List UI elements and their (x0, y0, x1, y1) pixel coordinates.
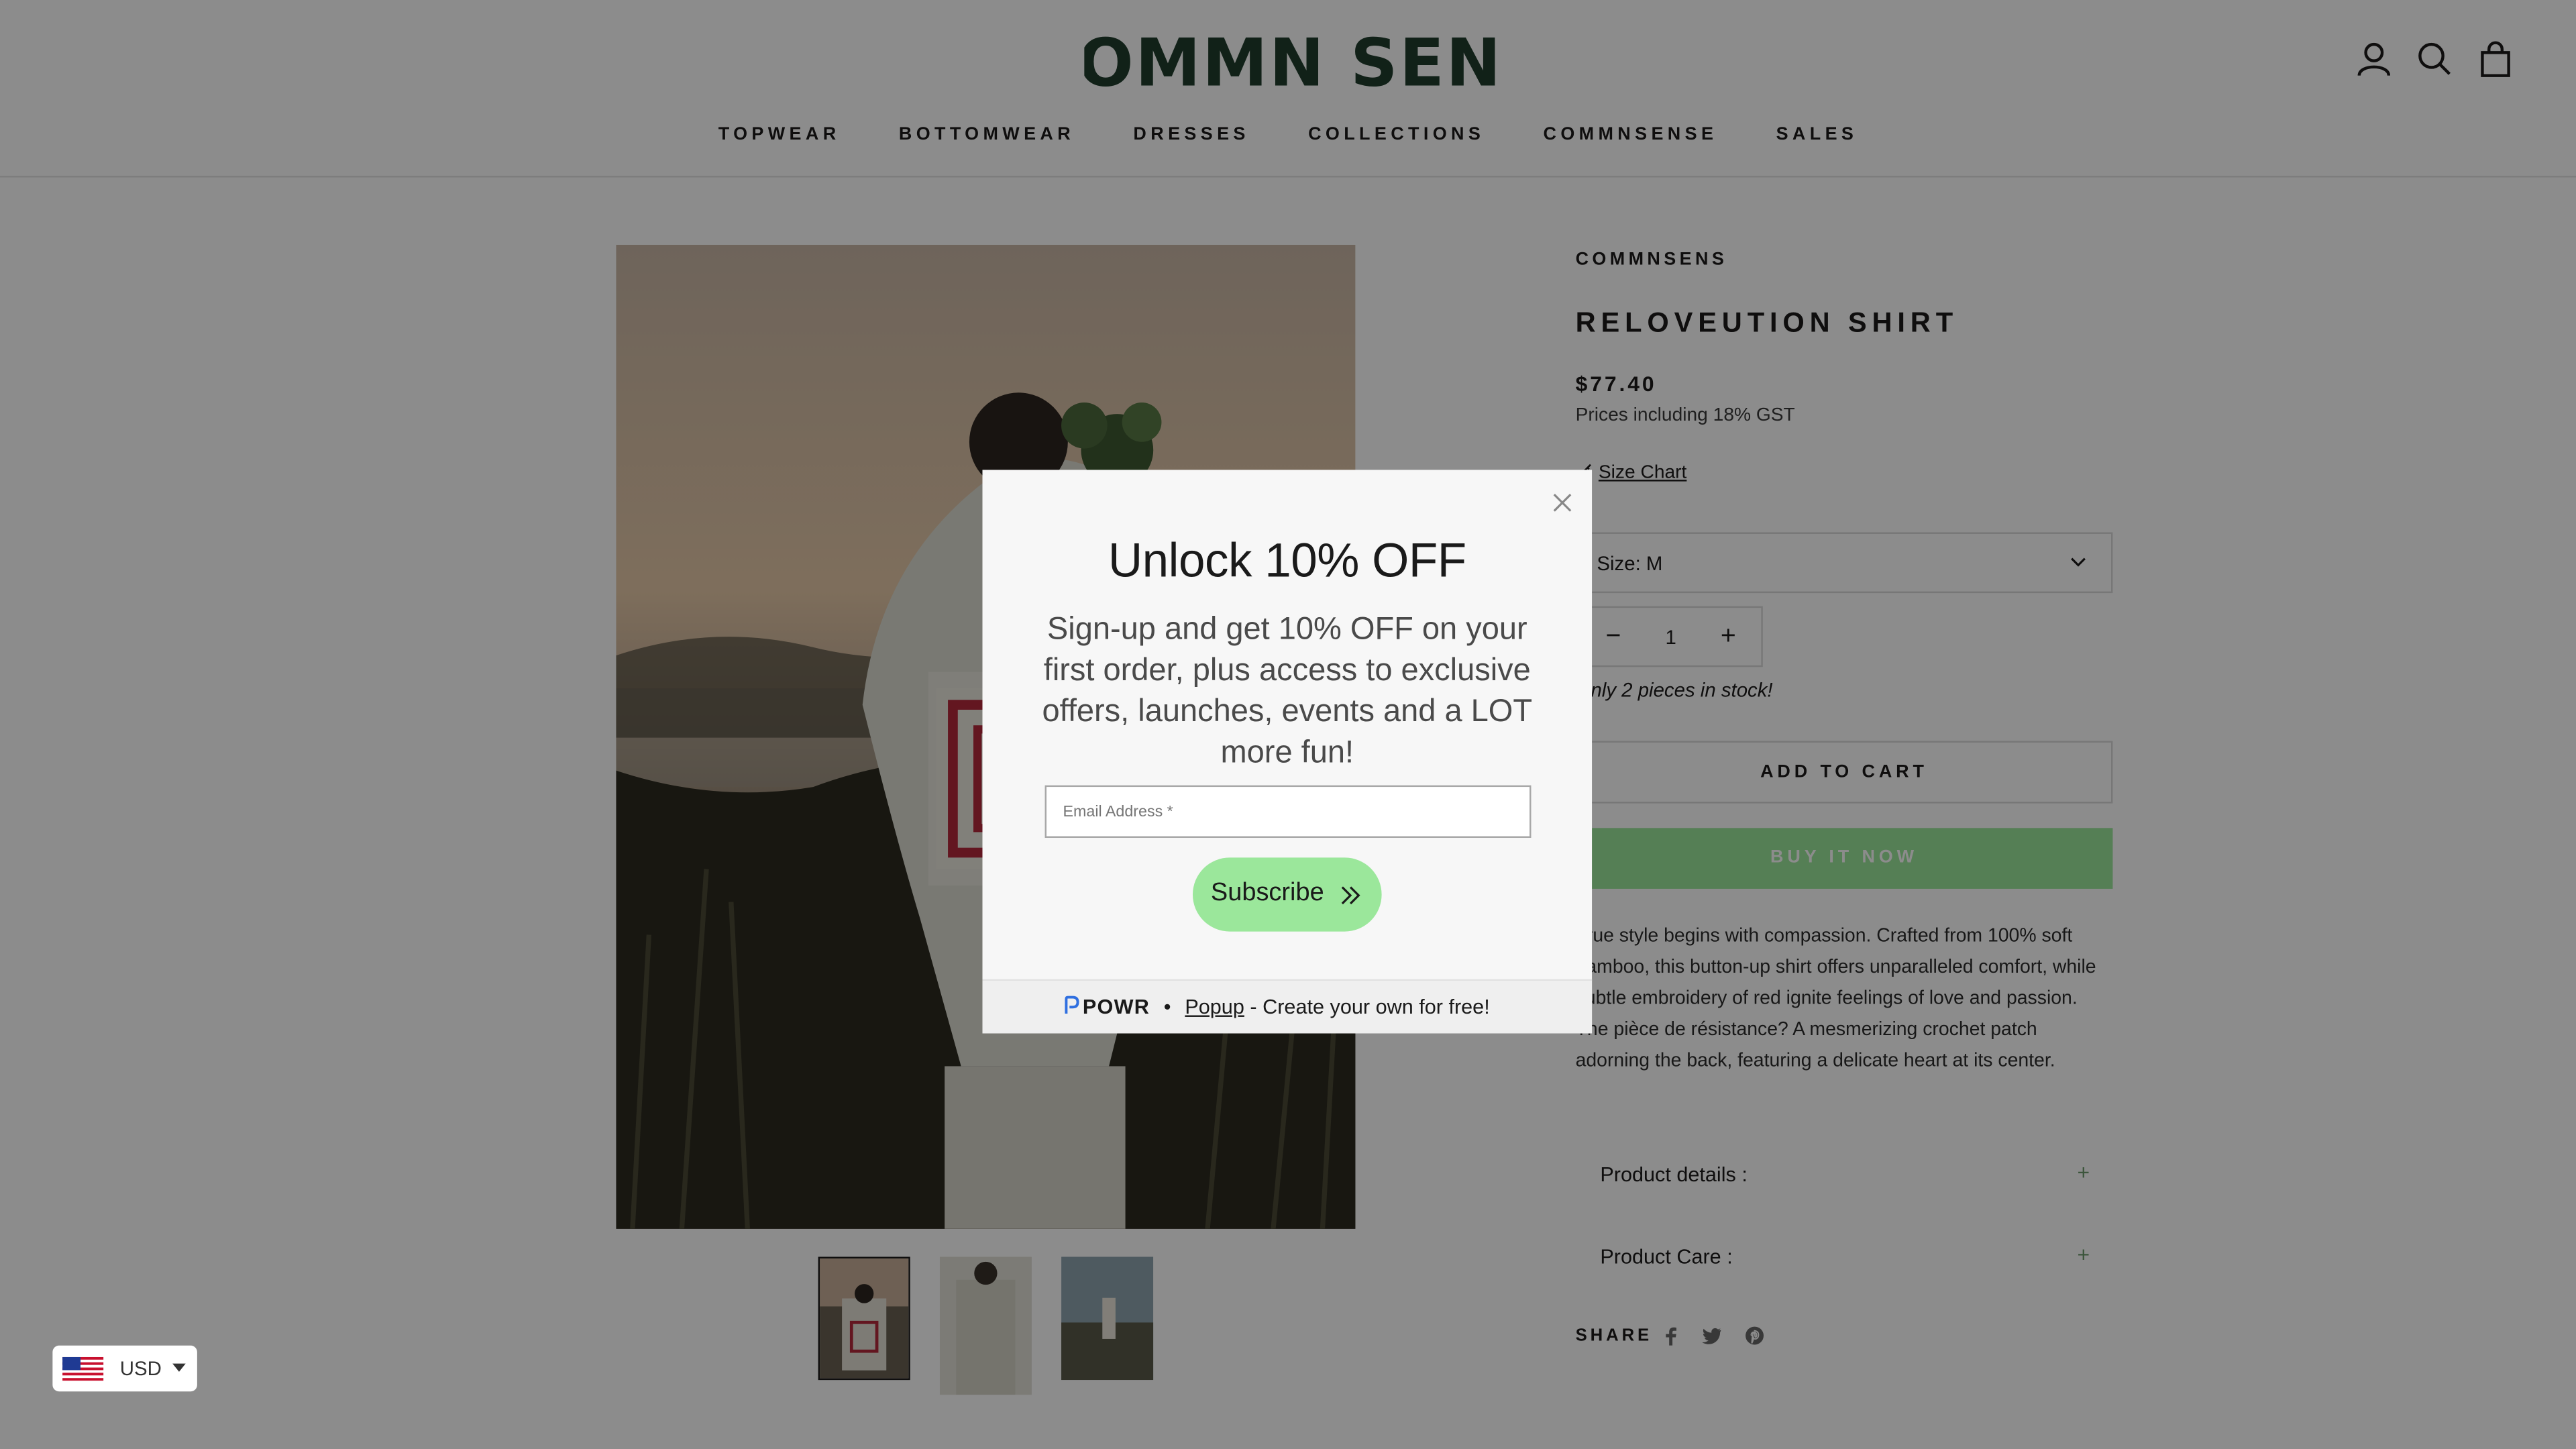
popup-link[interactable]: Popup (1185, 996, 1244, 1018)
double-chevron-right-icon (1341, 886, 1360, 905)
currency-selector[interactable]: USD (52, 1345, 197, 1392)
newsletter-popup: Unlock 10% OFF Sign-up and get 10% OFF o… (982, 470, 1593, 1034)
close-icon[interactable] (1549, 490, 1575, 516)
popup-body: Sign-up and get 10% OFF on your first or… (1042, 612, 1533, 771)
powr-brand[interactable]: POWR (1083, 996, 1150, 1018)
subscribe-label: Subscribe (1210, 879, 1324, 907)
popup-footer: POWR • Popup - Create your own for free! (982, 979, 1593, 1034)
email-field[interactable] (1044, 785, 1532, 838)
subscribe-button[interactable]: Subscribe (1192, 857, 1382, 932)
caret-down-icon (172, 1363, 186, 1372)
popup-title: Unlock 10% OFF (1108, 535, 1466, 588)
page: COMMN SENS TOPWEAR BOTTOMWEAR DRESSES CO… (0, 0, 2576, 1449)
footer-separator: • (1163, 996, 1171, 1019)
powr-logo-icon (1065, 996, 1079, 1014)
currency-code: USD (119, 1356, 162, 1381)
footer-text: - Create your own for free! (1250, 996, 1490, 1019)
us-flag-icon (62, 1356, 104, 1382)
